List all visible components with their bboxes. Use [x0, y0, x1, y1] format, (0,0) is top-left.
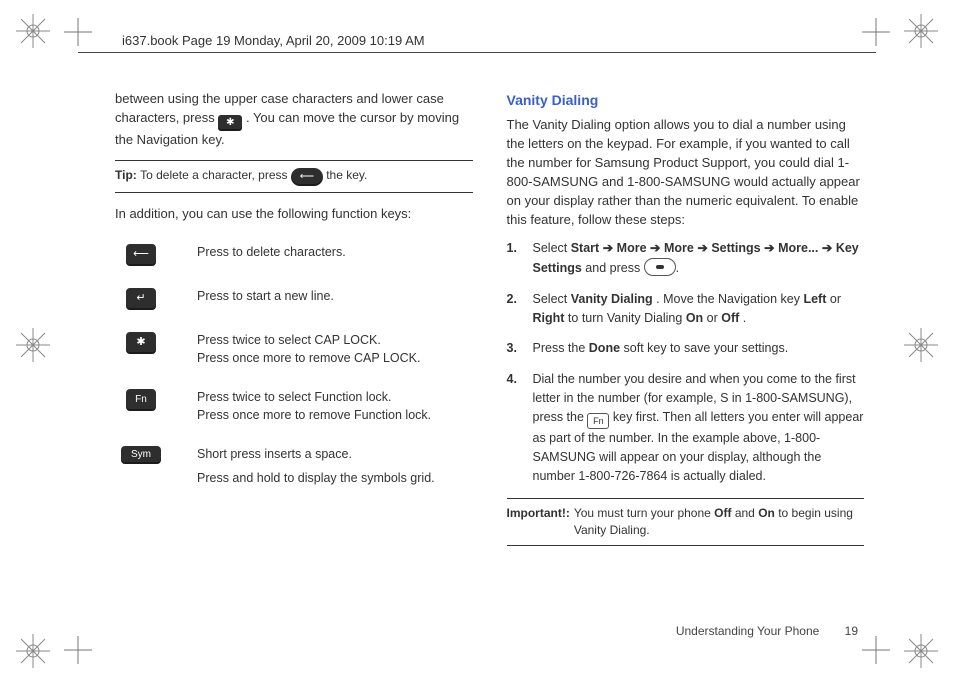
- right-column: Vanity Dialing The Vanity Dialing option…: [507, 90, 865, 612]
- row-desc-1: Press twice to select CAP LOCK.: [197, 332, 473, 350]
- table-row: ⟵ Press to delete characters.: [115, 244, 473, 266]
- fn-key-icon: Fn: [587, 413, 609, 429]
- table-row: ↵ Press to start a new line.: [115, 288, 473, 310]
- section-heading: Vanity Dialing: [507, 90, 865, 110]
- crop-mark-icon: [64, 636, 92, 664]
- caps-key-icon: ✱: [218, 115, 242, 131]
- header-text: i637.book Page 19 Monday, April 20, 2009…: [116, 33, 431, 48]
- row-desc: Press to delete characters.: [197, 244, 473, 262]
- table-row: Fn Press twice to select Function lock. …: [115, 389, 473, 424]
- table-row: Sym Short press inserts a space. Press a…: [115, 446, 473, 487]
- sym-key-icon: Sym: [121, 446, 161, 464]
- register-star-icon: [16, 634, 50, 668]
- tip-text-a: To delete a character, press: [140, 168, 291, 182]
- step-3: Press the Done soft key to save your set…: [507, 339, 865, 358]
- register-star-icon: [16, 14, 50, 48]
- row-desc-2: Press once more to remove CAP LOCK.: [197, 350, 473, 368]
- header-rule: [78, 52, 876, 53]
- function-key-table: ⟵ Press to delete characters. ↵ Press to…: [115, 244, 473, 487]
- row-desc-2: Press and hold to display the symbols gr…: [197, 470, 473, 488]
- tip-lead: Tip:: [115, 168, 140, 182]
- important-box: Important!: You must turn your phone Off…: [507, 498, 865, 547]
- register-star-icon: [16, 328, 50, 362]
- row-desc-1: Press twice to select Function lock.: [197, 389, 473, 407]
- register-star-icon: [904, 14, 938, 48]
- register-star-icon: [904, 634, 938, 668]
- row-desc-1: Short press inserts a space.: [197, 446, 473, 464]
- back-key-icon: ⟵: [126, 244, 156, 266]
- tip-box: Tip: To delete a character, press ⟵ the …: [115, 160, 473, 193]
- page-header: i637.book Page 19 Monday, April 20, 2009…: [78, 25, 876, 55]
- intro-paragraph: between using the upper case characters …: [115, 90, 473, 150]
- step-4: Dial the number you desire and when you …: [507, 370, 865, 486]
- footer-page: 19: [845, 624, 858, 638]
- important-text: You must turn your phone Off and On to b…: [574, 505, 864, 540]
- crop-mark-icon: [862, 636, 890, 664]
- enter-key-icon: ↵: [126, 288, 156, 310]
- back-key-icon: ⟵: [291, 168, 323, 186]
- page-footer: Understanding Your Phone 19: [676, 624, 858, 638]
- row-desc-2: Press once more to remove Function lock.: [197, 407, 473, 425]
- left-column: between using the upper case characters …: [115, 90, 473, 612]
- footer-section: Understanding Your Phone: [676, 624, 819, 638]
- step-2: Select Vanity Dialing . Move the Navigat…: [507, 290, 865, 328]
- register-star-icon: [904, 328, 938, 362]
- table-row: ✱ Press twice to select CAP LOCK. Press …: [115, 332, 473, 367]
- steps-list: Select Start ➔ More ➔ More ➔ Settings ➔ …: [507, 239, 865, 485]
- tip-text-b: the key.: [326, 168, 367, 182]
- ok-key-icon: [644, 258, 676, 276]
- addition-text: In addition, you can use the following f…: [115, 205, 473, 224]
- row-desc: Press to start a new line.: [197, 288, 473, 306]
- vanity-intro: The Vanity Dialing option allows you to …: [507, 116, 865, 229]
- caps-key-icon: ✱: [126, 332, 156, 354]
- step-1: Select Start ➔ More ➔ More ➔ Settings ➔ …: [507, 239, 865, 278]
- important-lead: Important!:: [507, 505, 570, 540]
- fn-key-icon: Fn: [126, 389, 156, 411]
